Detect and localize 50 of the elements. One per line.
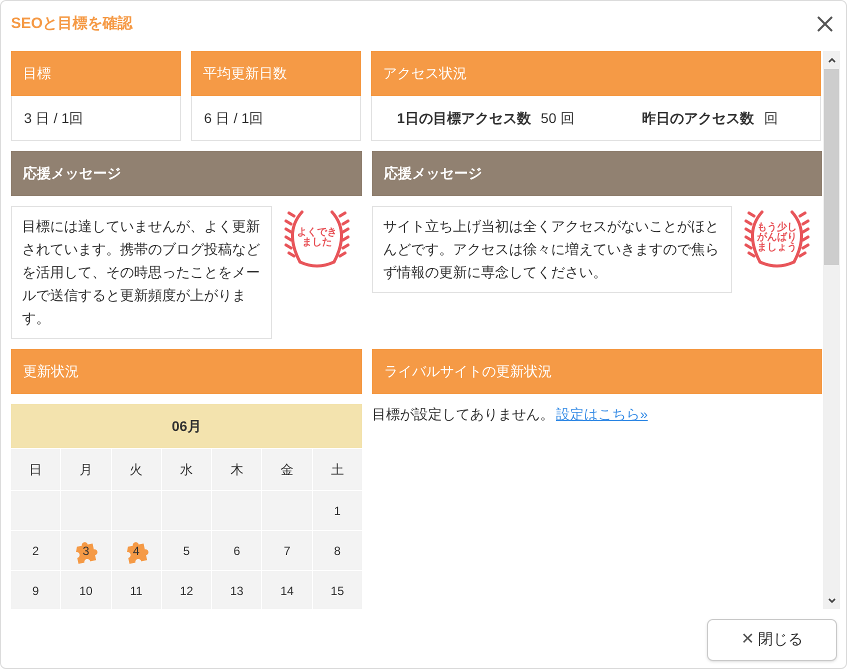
section-header: アクセス状況 [371, 51, 821, 96]
day-cell: 5 [162, 531, 212, 570]
day-cell: 15 [312, 571, 362, 609]
calendar-month: 06月 [11, 404, 362, 448]
stamp-text: よくでき [297, 228, 337, 238]
day-cell: 10 [61, 571, 111, 609]
window-title: SEOと目標を確認 [11, 14, 133, 34]
day-cell: 11 [112, 571, 161, 609]
day-cell: 8 [312, 531, 362, 570]
access-label: 昨日のアクセス数 [642, 108, 754, 128]
close-button[interactable]: ✕ 閉じる [707, 619, 837, 661]
weekday-cell: 火 [112, 449, 161, 490]
stat-value: 3 日 / 1回 [11, 96, 181, 141]
section-header: 応援メッセージ [372, 151, 822, 196]
stat-value: 6 日 / 1回 [191, 96, 361, 141]
message-text: 目標には達していませんが、よく更新されています。携帯のブログ投稿などを活用して、その時思ったことをメールで送信すると更新頻度が上がります。 [11, 206, 272, 339]
section-header: ライバルサイトの更新状況 [372, 349, 822, 394]
day-cell: 14 [262, 571, 312, 609]
day-cell: 4 [112, 531, 161, 570]
weekday-cell: 月 [61, 449, 111, 490]
stamp-text: もう少し [757, 223, 797, 233]
section-header: 応援メッセージ [11, 151, 362, 196]
weekday-cell: 金 [262, 449, 312, 490]
section-header: 更新状況 [11, 349, 362, 394]
day-cell: 13 [212, 571, 262, 609]
day-cell: 7 [262, 531, 312, 570]
day-cell: 9 [11, 571, 60, 609]
scrollbar[interactable] [823, 51, 840, 609]
day-cell: 6 [212, 531, 262, 570]
stamp-text: ました [302, 238, 332, 248]
stamp-text: がんばり [757, 233, 797, 243]
scroll-up-icon[interactable] [826, 55, 836, 65]
message-text: サイト立ち上げ当初は全くアクセスがないことがほとんどです。アクセスは徐々に増えていきますので焦らず情報の更新に専念してください。 [372, 206, 732, 293]
day-cell: 1 [312, 491, 362, 530]
access-value: 50 回 [540, 108, 574, 128]
day-cell: 12 [162, 571, 212, 609]
weekday-cell: 日 [11, 449, 60, 490]
scrollbar-thumb[interactable] [824, 69, 839, 265]
day-cell: 3 [61, 531, 111, 570]
weekday-cell: 水 [162, 449, 212, 490]
section-header: 目標 [11, 51, 181, 96]
section-header: 平均更新日数 [191, 51, 361, 96]
day-cell: 2 [11, 531, 60, 570]
stamp-text: ましょう [757, 243, 797, 253]
access-label: 1日の目標アクセス数 [397, 108, 531, 128]
weekday-cell: 土 [312, 449, 362, 490]
close-icon[interactable] [816, 15, 834, 33]
weekday-cell: 木 [212, 449, 262, 490]
rival-note: 目標が設定してありません。 [372, 405, 554, 424]
access-value: 回 [764, 108, 778, 128]
